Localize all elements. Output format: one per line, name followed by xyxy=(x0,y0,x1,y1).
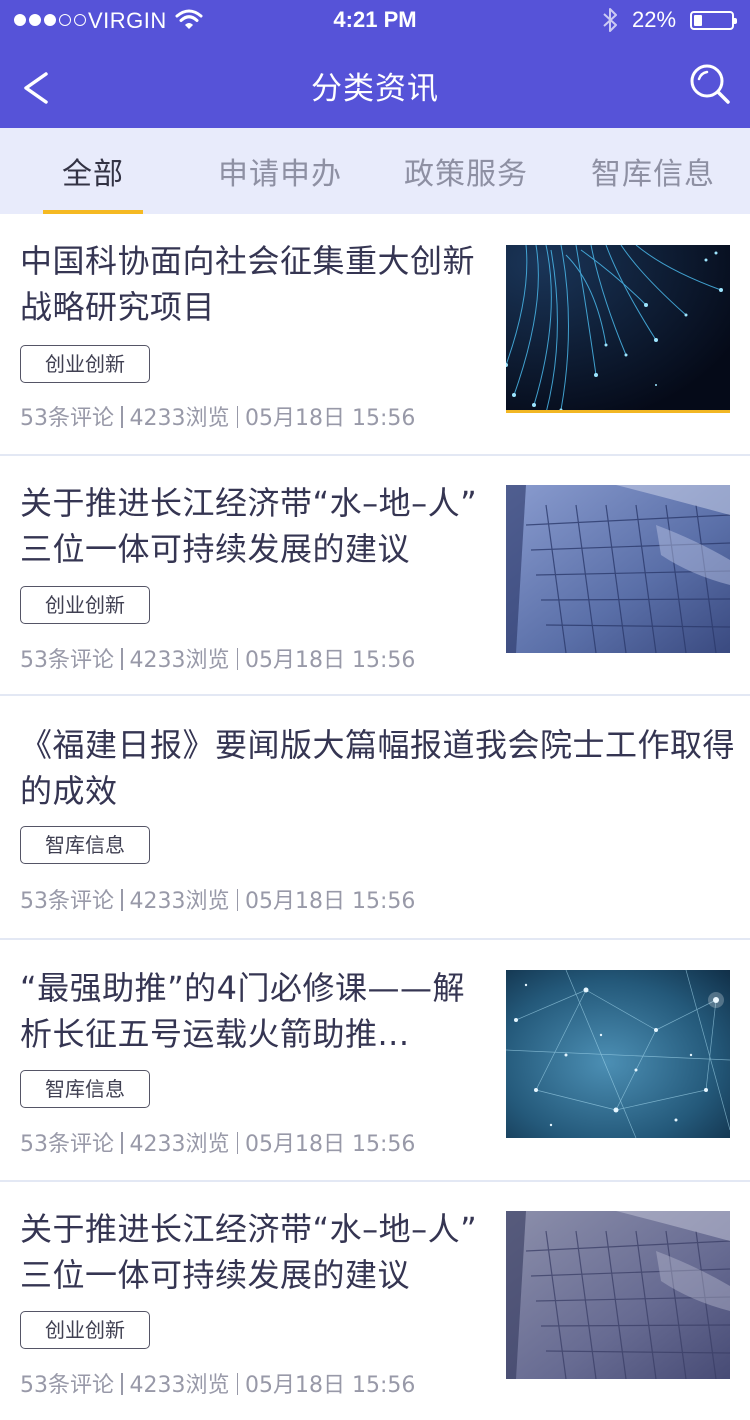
article-thumbnail[interactable] xyxy=(506,970,730,1138)
article-thumbnail[interactable] xyxy=(506,245,730,413)
category-tag[interactable]: 创业创新 xyxy=(20,586,150,624)
article-meta: 53条评论 4233浏览 05月18日 15:56 xyxy=(20,648,416,673)
battery-icon xyxy=(690,11,737,30)
article-meta: 53条评论 4233浏览 05月18日 15:56 xyxy=(20,889,416,914)
bluetooth-icon xyxy=(603,8,617,32)
list-item[interactable]: 关于推进长江经济带“水–地–人” 三位一体可持续发展的建议 创业创新 53条评论… xyxy=(0,1182,750,1420)
tab-policy-service[interactable]: 政策服务 xyxy=(374,128,558,214)
list-item[interactable]: 中国科协面向社会征集重大创新 战略研究项目 创业创新 53条评论 4233浏览 05… xyxy=(0,214,750,454)
tab-application[interactable]: 申请申办 xyxy=(186,128,374,214)
category-tag[interactable]: 创业创新 xyxy=(20,1311,150,1349)
article-title[interactable]: 《福建日报》要闻版大篇幅报道我会院士工作取得 的成效 xyxy=(20,722,742,814)
article-thumbnail[interactable] xyxy=(506,485,730,653)
article-meta: 53条评论 4233浏览 05月18日 15:56 xyxy=(20,406,416,431)
list-item[interactable]: 关于推进长江经济带“水–地–人” 三位一体可持续发展的建议 创业创新 53条评论… xyxy=(0,456,750,694)
list-item[interactable]: 《福建日报》要闻版大篇幅报道我会院士工作取得 的成效 智库信息 53条评论 423… xyxy=(0,696,750,938)
category-tag[interactable]: 智库信息 xyxy=(20,826,150,864)
article-title[interactable]: “最强助推”的4门必修课——解 析长征五号运载火箭助推... xyxy=(20,965,490,1057)
battery-percent: 22% xyxy=(632,7,677,32)
article-title[interactable]: 关于推进长江经济带“水–地–人” 三位一体可持续发展的建议 xyxy=(20,480,490,572)
article-title[interactable]: 关于推进长江经济带“水–地–人” 三位一体可持续发展的建议 xyxy=(20,1206,490,1298)
search-icon[interactable] xyxy=(688,62,732,106)
category-tag[interactable]: 智库信息 xyxy=(20,1070,150,1108)
article-meta: 53条评论 4233浏览 05月18日 15:56 xyxy=(20,1132,416,1157)
tab-all[interactable]: 全部 xyxy=(0,128,186,214)
app-header: VIRGIN 4:21 PM 22% 分类资讯 xyxy=(0,0,750,128)
article-meta: 53条评论 4233浏览 05月18日 15:56 xyxy=(20,1373,416,1398)
article-title[interactable]: 中国科协面向社会征集重大创新 战略研究项目 xyxy=(20,238,490,330)
page-title: 分类资讯 xyxy=(311,71,439,107)
tab-think-tank[interactable]: 智库信息 xyxy=(558,128,748,214)
category-tag[interactable]: 创业创新 xyxy=(20,345,150,383)
status-bar: VIRGIN 4:21 PM 22% xyxy=(0,0,750,40)
article-thumbnail[interactable] xyxy=(506,1211,730,1379)
list-item[interactable]: “最强助推”的4门必修课——解 析长征五号运载火箭助推... 智库信息 53条评… xyxy=(0,940,750,1180)
category-tabs: 全部 申请申办 政策服务 智库信息 xyxy=(0,128,750,214)
